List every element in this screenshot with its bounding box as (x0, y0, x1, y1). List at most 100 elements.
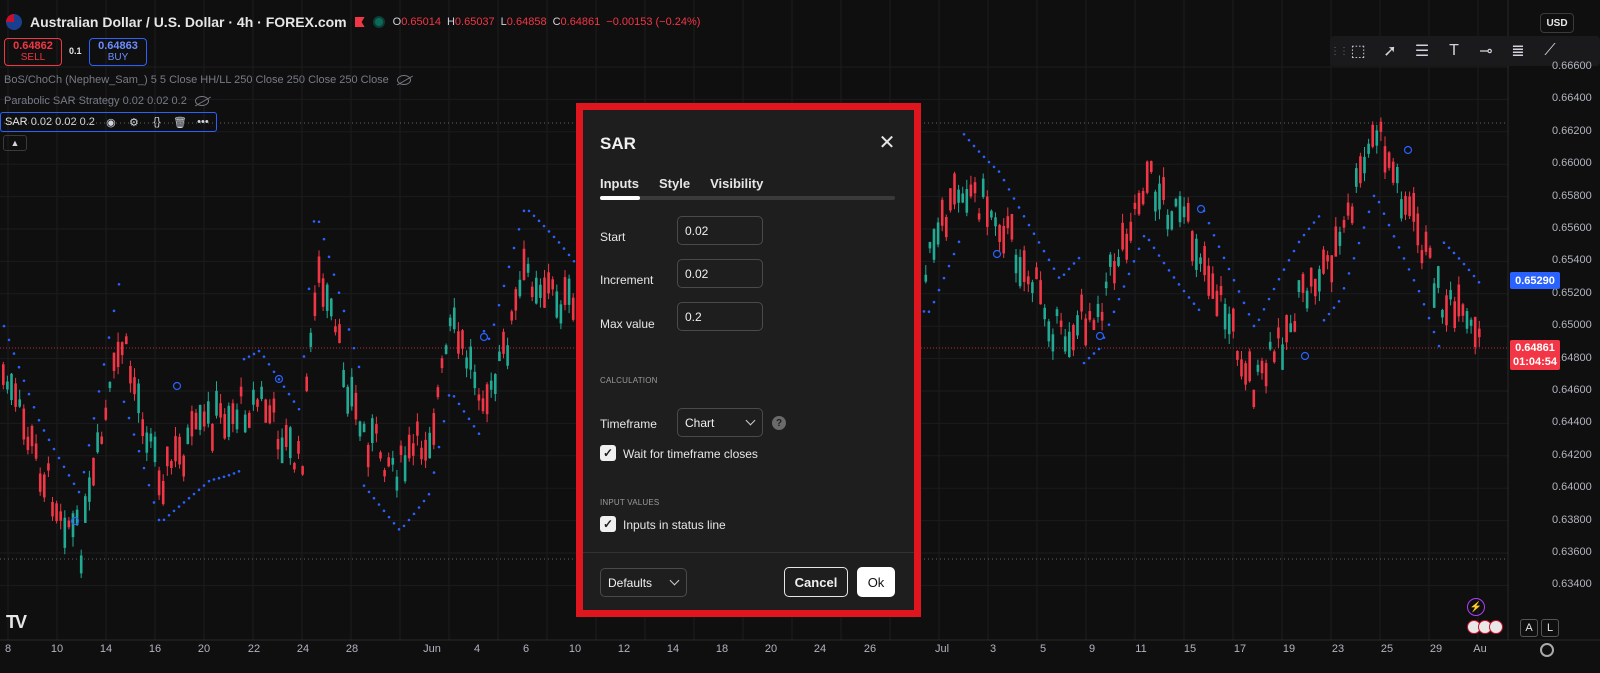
sar-dot (1407, 268, 1411, 271)
auto-scale-button[interactable]: A (1520, 619, 1538, 637)
candle-body (1428, 247, 1432, 258)
sar-dot (1177, 283, 1181, 286)
candle-body (30, 425, 34, 447)
timeframe-select[interactable]: Chart (677, 408, 763, 437)
sar-dot (1232, 278, 1236, 282)
lines-icon[interactable]: ☰ (1406, 37, 1438, 65)
sar-dot (237, 470, 241, 473)
candle-body (1252, 389, 1256, 407)
tab-style[interactable]: Style (659, 176, 690, 191)
candle-body (1277, 327, 1280, 339)
gear-icon[interactable] (1540, 643, 1554, 657)
symbol-title[interactable]: Australian Dollar / U.S. Dollar · 4h · F… (30, 14, 347, 30)
currency-button[interactable]: USD (1540, 13, 1574, 33)
candle-body (1162, 177, 1165, 201)
select-box-icon[interactable]: ⬚ (1342, 37, 1374, 65)
hidden-eye-icon[interactable] (396, 75, 411, 85)
candle-body (1334, 226, 1338, 257)
candle-body (1211, 273, 1215, 299)
start-input[interactable]: 0.02 (677, 216, 763, 245)
date-axis-label: 17 (1233, 643, 1247, 655)
sar-dot (247, 355, 251, 358)
settings-icon[interactable]: ⚙ (127, 116, 141, 129)
text-icon[interactable]: T (1438, 37, 1470, 65)
indicator-psar-strategy[interactable]: Parabolic SAR Strategy 0.02 0.02 0.2 (4, 92, 209, 110)
candle-body (1137, 192, 1141, 215)
log-scale-button[interactable]: L (1541, 619, 1559, 637)
list-icon[interactable]: ≣ (1502, 37, 1534, 65)
defaults-dropdown[interactable]: Defaults (600, 568, 687, 597)
candle-body (1416, 213, 1420, 246)
sar-dot (282, 385, 286, 388)
sar-dot (402, 524, 406, 528)
date-axis-label: 9 (1088, 643, 1096, 655)
hidden-eye-icon[interactable] (194, 96, 209, 106)
sar-dot (97, 390, 101, 393)
sar-dot (482, 329, 486, 333)
candle-body (59, 511, 62, 521)
candle-body (1400, 199, 1403, 219)
sar-dot (177, 505, 181, 508)
sar-dot (1227, 267, 1231, 271)
cursor-icon[interactable]: ➚ (1374, 37, 1406, 65)
indicator-sar[interactable]: SAR 0.02 0.02 0.2 ◉ ⚙ {} 🗑 ••• (0, 112, 217, 132)
sar-dot (407, 518, 411, 522)
candle-body (239, 386, 243, 397)
sar-dot (182, 501, 186, 504)
candle-body (125, 336, 128, 345)
sar-dot (1057, 276, 1061, 279)
tab-inputs[interactable]: Inputs (600, 176, 639, 191)
candle-body (563, 277, 567, 305)
candle-body (1346, 202, 1350, 216)
collapse-button[interactable]: ▲ (3, 135, 27, 151)
candle-body (1256, 364, 1260, 372)
sar-dot (1327, 312, 1331, 316)
status-line-checkbox[interactable]: ✓ (600, 516, 616, 532)
wait-label[interactable]: Wait for timeframe closes (623, 447, 758, 461)
cancel-button[interactable]: Cancel (784, 567, 848, 597)
candle-body (1461, 304, 1465, 316)
sar-dot (1137, 247, 1141, 251)
close-icon[interactable]: ✕ (875, 130, 899, 154)
candle-body (47, 463, 50, 471)
max-value-input[interactable]: 0.2 (677, 302, 763, 331)
wait-checkbox[interactable]: ✓ (600, 445, 616, 461)
candle-body (10, 373, 13, 401)
sar-dot (507, 265, 511, 269)
bolt-icon[interactable]: ⚡ (1467, 598, 1485, 616)
flag-marker-icon[interactable] (354, 17, 365, 27)
more-icon[interactable]: ••• (196, 116, 210, 128)
tradingview-logo[interactable]: TV (6, 612, 27, 633)
sar-dot (427, 492, 431, 496)
trash-icon[interactable]: 🗑 (173, 116, 187, 129)
candle-body (1141, 191, 1145, 205)
sell-button[interactable]: 0.64862 SELL (4, 38, 62, 66)
sar-dot (477, 432, 481, 436)
sar-dot (952, 252, 956, 256)
tab-visibility[interactable]: Visibility (710, 176, 763, 191)
drag-handle-icon[interactable]: ⋮⋮ (1330, 46, 1349, 57)
status-line-label[interactable]: Inputs in status line (623, 518, 726, 532)
sar-dot (1237, 290, 1241, 293)
us-flags-icon[interactable] (1467, 620, 1503, 634)
candle-body (79, 555, 83, 574)
candle-body (469, 346, 472, 370)
source-code-icon[interactable]: {} (150, 116, 164, 128)
sar-dot (317, 220, 321, 224)
increment-input[interactable]: 0.02 (677, 259, 763, 288)
sar-dot (387, 515, 391, 519)
ok-button[interactable]: Ok (857, 567, 895, 597)
candle-body (465, 357, 468, 369)
help-icon[interactable]: ? (772, 416, 786, 430)
candle-body (1359, 156, 1362, 184)
eye-icon[interactable]: ◉ (104, 116, 118, 129)
sar-dot (1082, 361, 1086, 365)
candle-body (354, 392, 358, 420)
sar-dot (1097, 347, 1101, 351)
sar-dot (1037, 241, 1041, 244)
market-status-icon[interactable] (372, 16, 385, 28)
buy-button[interactable]: 0.64863 BUY (89, 38, 147, 66)
hline-icon[interactable]: ⊸ (1470, 37, 1502, 65)
candle-body (178, 436, 181, 465)
indicator-bos[interactable]: BoS/ChoCh (Nephew_Sam_) 5 5 Close HH/LL … (4, 71, 411, 89)
